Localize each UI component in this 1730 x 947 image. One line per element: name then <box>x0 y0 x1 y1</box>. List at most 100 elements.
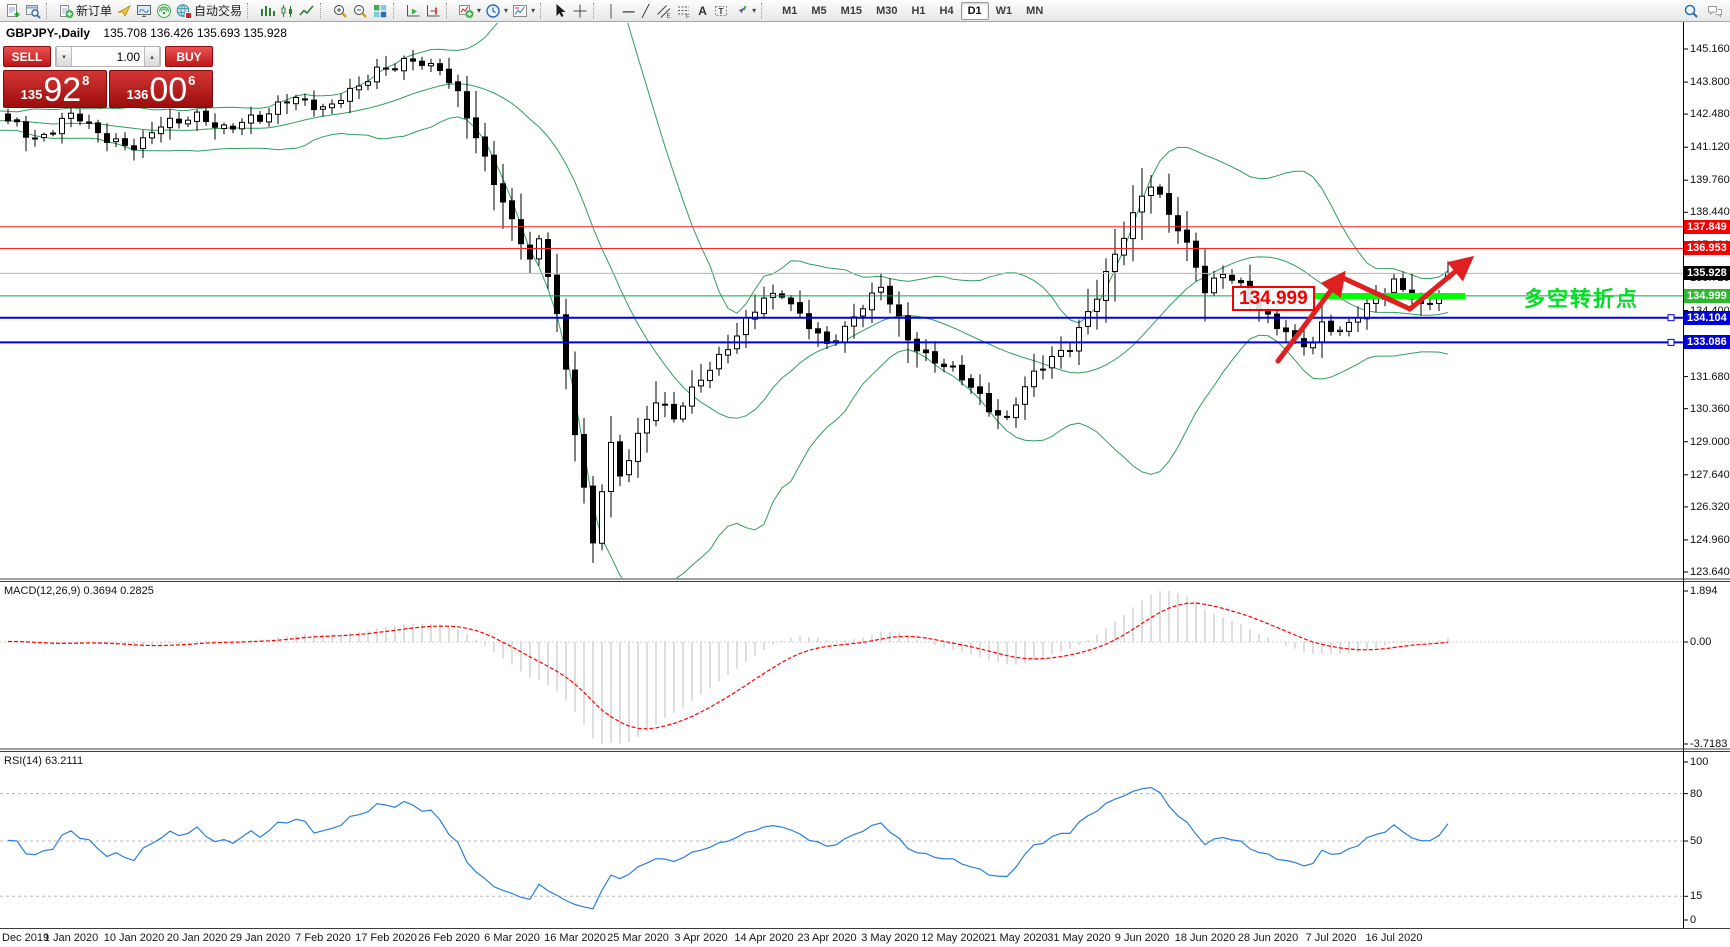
chart-canvas[interactable] <box>0 0 1730 947</box>
cursor-icon <box>552 3 568 19</box>
timeframe-m5[interactable]: M5 <box>804 2 833 20</box>
timeframe-d1[interactable]: D1 <box>960 1 989 20</box>
window-search-icon <box>25 3 41 19</box>
magnifier-blue-icon <box>1683 3 1699 19</box>
volume-input[interactable] <box>72 47 144 66</box>
chat-icon <box>1707 3 1723 19</box>
date-label: 9 Jun 2020 <box>1114 932 1170 944</box>
cursor-button[interactable] <box>550 1 570 20</box>
crosshair-button[interactable] <box>570 1 590 20</box>
text-label-button[interactable]: T <box>711 1 731 20</box>
dropdown-arrow-icon[interactable]: ▾ <box>531 6 535 15</box>
line-chart-mode-button[interactable] <box>297 1 317 20</box>
autotrading-button[interactable]: 自动交易 <box>174 1 244 20</box>
indicators-button[interactable]: ▾ <box>456 1 483 20</box>
metaeditor-button[interactable] <box>114 1 134 20</box>
vertical-line-button[interactable]: │ <box>603 1 620 20</box>
rsi-tick: 50 <box>1690 835 1703 847</box>
timeframe-m1[interactable]: M1 <box>775 2 804 20</box>
chart-window-button[interactable] <box>134 1 154 20</box>
turning-point-label[interactable]: 多空转折点 <box>1524 283 1639 313</box>
horizontal-line-icon: — <box>622 3 635 18</box>
bar-chart-mode-button[interactable] <box>257 1 277 20</box>
chart-shift-button[interactable] <box>423 1 443 20</box>
date-label: 31 May 2020 <box>1047 932 1111 944</box>
magnifier-plus-icon <box>332 3 348 19</box>
trendline-button[interactable]: ╱ <box>637 1 654 20</box>
hline-handle[interactable] <box>1667 314 1675 322</box>
yellow-wedge-icon <box>116 3 132 19</box>
date-label: 29 Jan 2020 <box>229 932 291 944</box>
price-annotation-box[interactable]: 134.999 <box>1232 286 1315 311</box>
text-button[interactable]: A <box>694 1 711 20</box>
date-label: Dec 2019 <box>2 932 50 944</box>
signals-button[interactable] <box>154 1 174 20</box>
date-label: 3 May 2020 <box>861 932 919 944</box>
horizontal-line-button[interactable]: — <box>620 1 637 20</box>
buy-price-pip: 6 <box>188 73 196 88</box>
profiles-button[interactable] <box>23 1 43 20</box>
fibo-icon: F <box>676 3 692 19</box>
buy-price-panel[interactable]: 136 00 6 <box>109 70 213 108</box>
price-tick: 142.480 <box>1690 108 1730 121</box>
price-tick: 139.760 <box>1690 174 1730 187</box>
timeframe-h4[interactable]: H4 <box>933 2 961 20</box>
price-tick: 141.120 <box>1690 141 1730 154</box>
monitor-icon <box>136 3 152 19</box>
date-label: 12 May 2020 <box>921 932 985 944</box>
new-order-button[interactable]: 新订单 <box>56 1 114 20</box>
zoom-out-button[interactable] <box>350 1 370 20</box>
date-label: 7 Feb 2020 <box>295 932 351 944</box>
macd-name: MACD(12,26,9) <box>4 585 81 597</box>
auto-scroll-button[interactable] <box>403 1 423 20</box>
shapes-icon <box>733 3 749 19</box>
arrows-button[interactable]: ▾ <box>731 1 758 20</box>
mt4-window: { "toolbar": { "dropdown_glyph": "▾", "i… <box>0 0 1730 947</box>
price-tag-133.086: 133.086 <box>1684 335 1730 350</box>
buy-price-big: 00 <box>149 71 188 109</box>
buy-button[interactable]: BUY <box>165 46 213 67</box>
vertical-line-icon: │ <box>607 3 616 18</box>
globe-stop-icon <box>176 3 193 19</box>
ohlc-values: 135.708 136.426 135.693 135.928 <box>103 26 287 40</box>
date-label: 17 Feb 2020 <box>355 932 417 944</box>
price-tick: 145.160 <box>1690 43 1730 55</box>
dropdown-arrow-icon[interactable]: ▾ <box>477 6 481 15</box>
new-chart-button[interactable] <box>3 1 23 20</box>
date-label: 20 Jan 2020 <box>166 932 228 944</box>
timeframe-m30[interactable]: M30 <box>869 2 904 20</box>
toolbar-separator <box>247 2 254 19</box>
sell-button[interactable]: SELL <box>3 46 51 67</box>
rsi-label: RSI(14) 63.2111 <box>4 755 83 767</box>
date-label: 10 Jan 2020 <box>103 932 165 944</box>
volume-increment-button[interactable]: ▴ <box>144 47 160 66</box>
zoom-in-button[interactable] <box>330 1 350 20</box>
sell-price-panel[interactable]: 135 92 8 <box>3 70 107 108</box>
volume-decrement-button[interactable]: ▾ <box>56 47 72 66</box>
dropdown-arrow-icon[interactable]: ▾ <box>752 6 756 15</box>
tile-windows-button[interactable] <box>370 1 390 20</box>
search-button[interactable] <box>1681 1 1701 20</box>
templates-button[interactable]: ▾ <box>510 1 537 20</box>
dropdown-arrow-icon[interactable]: ▾ <box>504 6 508 15</box>
timeframe-w1[interactable]: W1 <box>989 2 1020 20</box>
periods-button[interactable]: ▾ <box>483 1 510 20</box>
price-tick: 126.320 <box>1690 500 1730 513</box>
rsi-name: RSI(14) <box>4 755 42 767</box>
doc-plus-icon <box>58 3 74 19</box>
price-tick: 143.800 <box>1690 76 1730 89</box>
timeframe-h1[interactable]: H1 <box>904 2 932 20</box>
fibonacci-button[interactable]: F <box>674 1 694 20</box>
macd-tick: -3.7183 <box>1690 738 1728 750</box>
chat-button[interactable] <box>1705 1 1725 20</box>
date-label: 18 Jun 2020 <box>1174 932 1236 944</box>
autotrading-label: 自动交易 <box>194 4 243 18</box>
timeframe-group: M1 M5 M15 M30 H1 H4 D1 W1 MN <box>775 1 1050 20</box>
equidistant-channel-button[interactable]: E <box>654 1 674 20</box>
timeframe-m15[interactable]: M15 <box>834 2 869 20</box>
hline-handle[interactable] <box>1667 338 1675 346</box>
candle-chart-mode-button[interactable] <box>277 1 297 20</box>
date-label: 16 Jul 2020 <box>1365 932 1423 944</box>
rsi-tick: 15 <box>1690 890 1703 903</box>
timeframe-mn[interactable]: MN <box>1019 2 1050 20</box>
